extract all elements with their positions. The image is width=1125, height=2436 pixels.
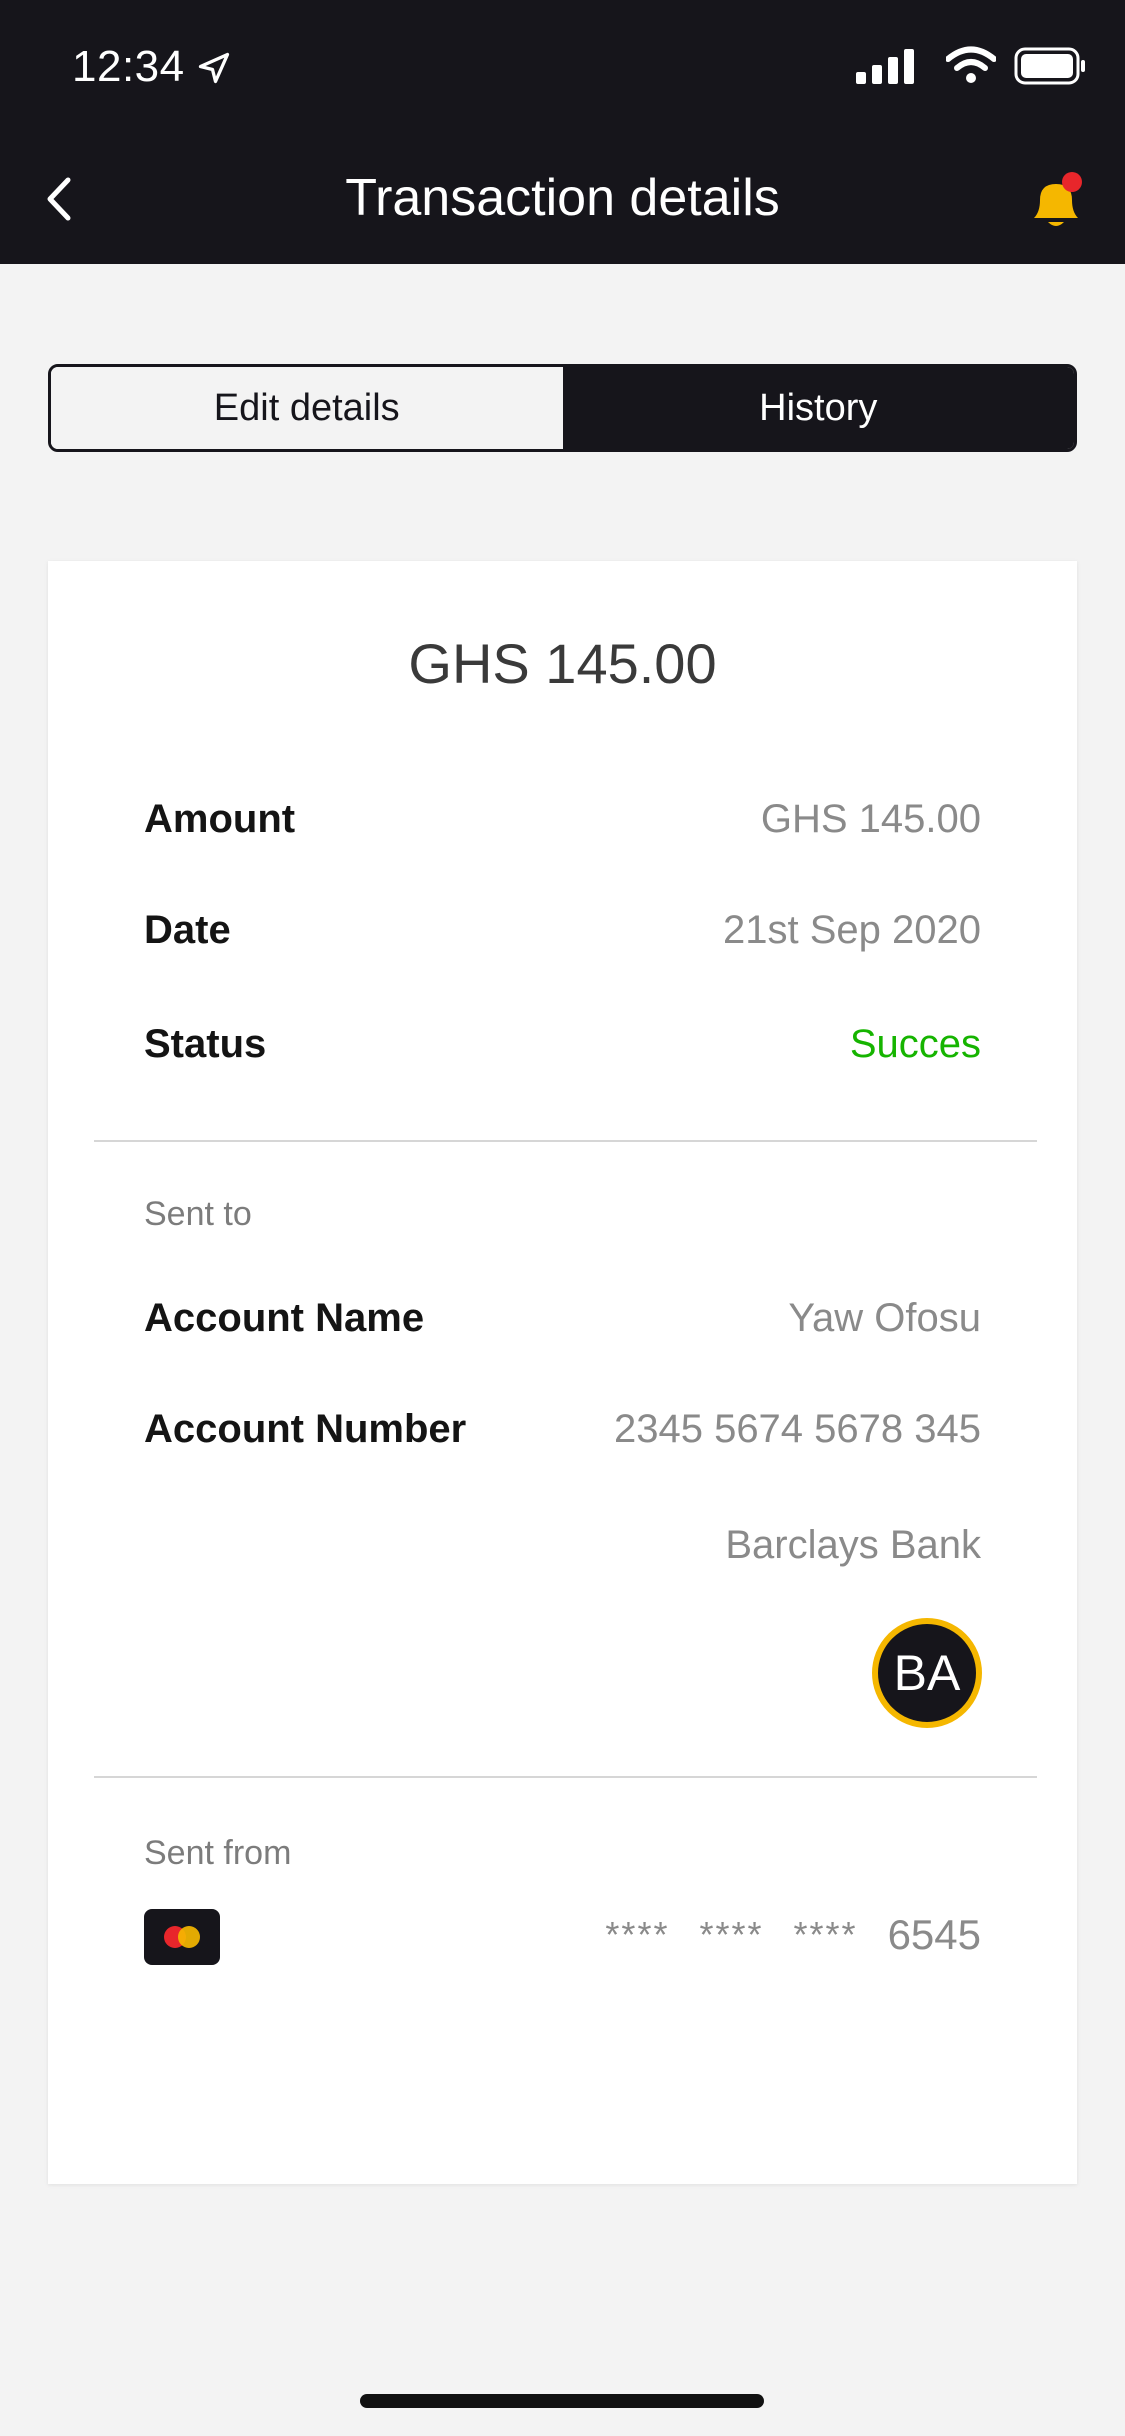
- status-time: 12:34: [72, 42, 185, 91]
- sent-to-label: Sent to: [144, 1195, 252, 1233]
- amount-label: Amount: [144, 797, 296, 841]
- tab-edit-details[interactable]: Edit details: [51, 367, 563, 449]
- card-last4: 6545: [887, 1911, 981, 1958]
- account-name-label: Account Name: [144, 1296, 425, 1340]
- account-name-row: Account Name Yaw Ofosu: [144, 1296, 981, 1341]
- top-bar: 12:34 Transaction details: [0, 0, 1125, 264]
- divider: [94, 1776, 1037, 1778]
- masked-group: ****: [699, 1914, 764, 1955]
- amount-row: Amount GHS 145.00: [144, 797, 981, 842]
- cellular-signal-icon: [856, 49, 914, 84]
- masked-group: ****: [793, 1914, 858, 1955]
- bank-name: Barclays Bank: [725, 1523, 981, 1567]
- headline-amount: GHS 145.00: [408, 632, 717, 695]
- account-number-value: 2345 5674 5678 345: [613, 1407, 981, 1451]
- wifi-icon: [946, 46, 996, 83]
- notification-bell-icon[interactable]: [1024, 170, 1088, 234]
- tab-history[interactable]: History: [562, 367, 1074, 449]
- masked-card-number: **** **** **** 6545: [605, 1911, 981, 1959]
- location-arrow-icon: [198, 52, 230, 84]
- status-label: Status: [144, 1022, 267, 1066]
- divider: [94, 1140, 1037, 1142]
- date-label: Date: [144, 908, 231, 952]
- status-row: Status Succes: [144, 1022, 981, 1067]
- masked-group: ****: [605, 1914, 670, 1955]
- account-number-label: Account Number: [144, 1407, 467, 1451]
- status-value: Succes: [849, 1022, 981, 1066]
- amount-value: GHS 145.00: [760, 797, 981, 841]
- transaction-card: GHS 145.00 Amount GHS 145.00 Date 21st S…: [48, 561, 1077, 2184]
- date-row: Date 21st Sep 2020: [144, 908, 981, 953]
- page-title: Transaction details: [345, 169, 780, 227]
- mastercard-icon: [144, 1909, 220, 1965]
- date-value: 21st Sep 2020: [723, 908, 981, 952]
- home-indicator[interactable]: [360, 2394, 764, 2408]
- segmented-control: Edit details History: [48, 364, 1077, 452]
- account-name-value: Yaw Ofosu: [788, 1296, 981, 1340]
- battery-icon: [1014, 47, 1085, 85]
- sent-from-label: Sent from: [144, 1834, 292, 1872]
- account-number-row: Account Number 2345 5674 5678 345: [144, 1407, 981, 1452]
- bank-avatar: BA: [872, 1618, 982, 1728]
